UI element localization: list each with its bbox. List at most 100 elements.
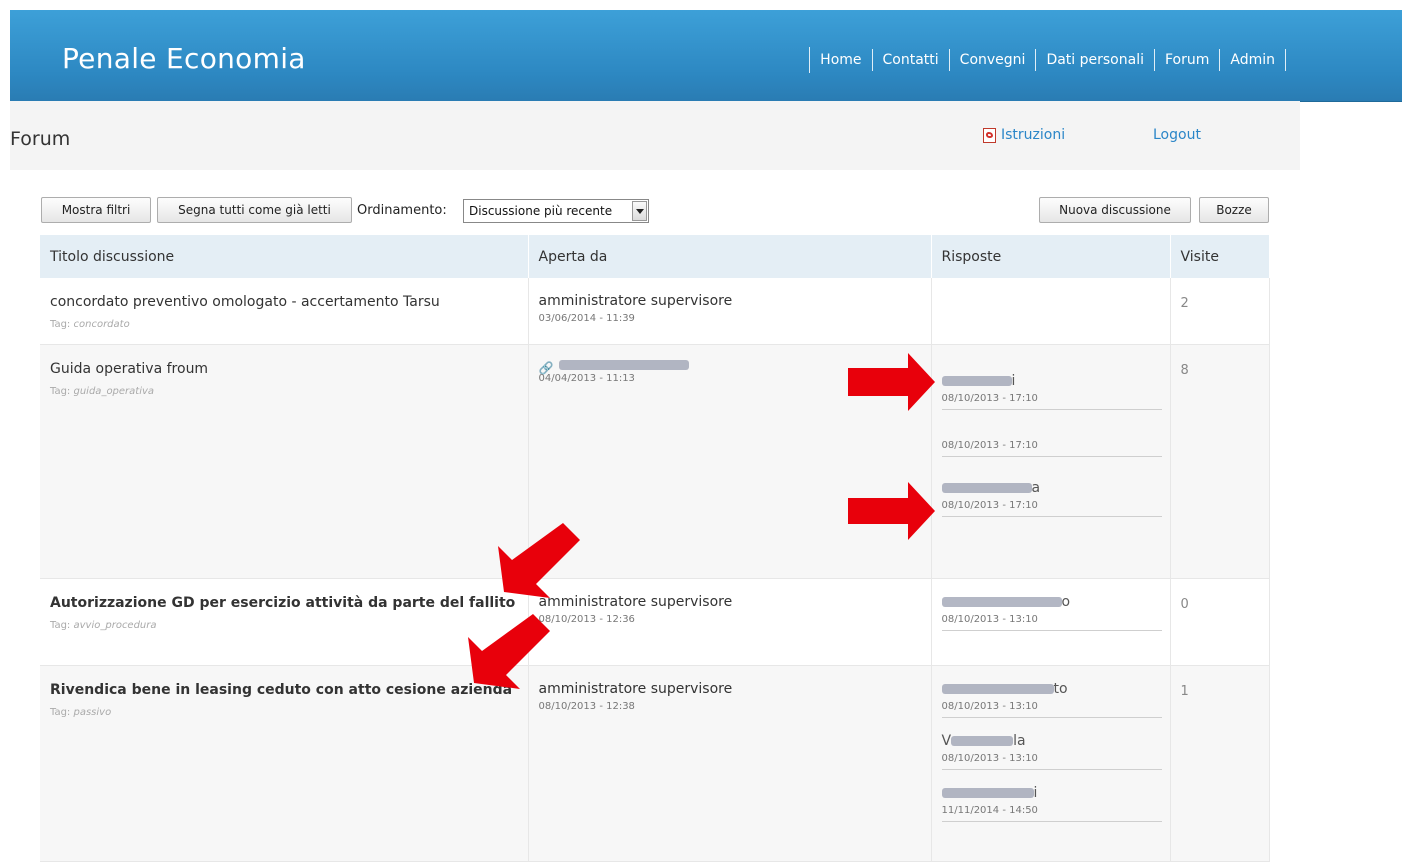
visits-cell: 2 [1170,278,1270,345]
replies-cell [931,278,1171,345]
istruzioni-label: Istruzioni [1001,127,1066,143]
opened-date: 08/10/2013 - 12:38 [538,700,635,712]
discussion-tag: Tag: passivo [50,707,518,718]
title-cell: Rivendica bene in leasing ceduto con att… [40,665,529,862]
reply-author-text: a [1031,479,1041,496]
blurred-name [941,596,1062,607]
show-filters-button[interactable]: Mostra filtri [41,197,151,223]
nav-admin[interactable]: Admin [1220,49,1286,71]
tag-label: Tag: [50,706,71,718]
reply-date: 08/10/2013 - 17:10 [941,499,1038,511]
replies-cell: i 08/10/2013 - 17:10 08/10/2013 - 17:10 … [931,344,1171,579]
reply-entry[interactable]: o 08/10/2013 - 13:10 [941,593,1162,631]
blurred-name [951,735,1014,746]
nav-convegni[interactable]: Convegni [950,49,1037,71]
col-header-author[interactable]: Aperta da [528,235,932,278]
reply-author[interactable]: o [941,593,1162,612]
reply-author-text: i [1011,372,1016,389]
author-name[interactable]: 🔗 [538,359,921,375]
nav-dati-personali[interactable]: Dati personali [1036,49,1155,71]
discussion-tag: Tag: concordato [50,319,518,330]
tag-value[interactable]: passivo [74,707,112,718]
reply-entry[interactable]: to 08/10/2013 - 13:10 [941,680,1162,718]
col-header-title[interactable]: Titolo discussione [40,235,529,278]
visits-cell: 8 [1170,344,1270,579]
reply-date: 08/10/2013 - 13:10 [941,752,1038,764]
discussion-tag: Tag: guida_operativa [50,386,518,397]
table-row[interactable]: Autorizzazione GD per esercizio attività… [40,578,1270,666]
blurred-name [941,482,1032,493]
visits-cell: 0 [1170,578,1270,666]
visits-cell: 1 [1170,665,1270,862]
title-cell: Autorizzazione GD per esercizio attività… [40,578,529,666]
paperclip-icon: 🔗 [538,360,554,375]
table-row[interactable]: concordato preventivo omologato - accert… [40,278,1270,345]
nav-home[interactable]: Home [810,49,873,71]
drafts-button[interactable]: Bozze [1199,197,1269,223]
site-brand[interactable]: Penale Economia [62,42,306,75]
mark-all-read-button[interactable]: Segna tutti come già letti [157,197,352,223]
visits-count: 2 [1180,296,1189,311]
title-cell: Guida operativa froum Tag: guida_operati… [40,344,529,579]
reply-author-text: o [1061,593,1071,610]
opened-date: 03/06/2014 - 11:39 [538,313,635,324]
author-cell: amministratore supervisore 08/10/2013 - … [528,578,932,666]
tag-label: Tag: [50,385,71,397]
reply-author-text: la [1013,732,1026,749]
reply-author[interactable]: to [941,680,1162,699]
ordering-select[interactable]: Discussione più recente [463,199,649,223]
sub-bar: Forum Istruzioni Logout [10,101,1300,170]
istruzioni-link[interactable]: Istruzioni [983,127,1065,143]
discussion-title[interactable]: Guida operativa froum [50,359,518,380]
discussion-table: Titolo discussione Aperta da Risposte Vi… [40,235,1270,862]
blurred-author [558,359,689,370]
top-header: Penale Economia Home Contatti Convegni D… [10,10,1402,102]
author-name[interactable]: amministratore supervisore [539,680,921,699]
reply-entry[interactable]: i 11/11/2014 - 14:50 [941,784,1162,822]
main-nav: Home Contatti Convegni Dati personali Fo… [809,47,1286,73]
title-cell: concordato preventivo omologato - accert… [40,278,529,345]
reply-author[interactable]: Vla [942,732,1162,751]
tag-value[interactable]: avvio_procedura [74,620,157,631]
ordering-value: Discussione più recente [469,204,613,218]
reply-author-text: to [1053,680,1068,697]
reply-author[interactable]: i [941,372,1162,391]
reply-date: 08/10/2013 - 17:10 [941,439,1038,451]
nav-forum[interactable]: Forum [1155,49,1221,71]
reply-entry[interactable]: i 08/10/2013 - 17:10 [941,372,1162,410]
visits-count: 8 [1180,362,1189,378]
tag-value[interactable]: guida_operativa [74,386,155,397]
tag-label: Tag: [50,319,71,330]
author-cell: amministratore supervisore 08/10/2013 - … [528,665,932,862]
discussion-title[interactable]: Rivendica bene in leasing ceduto con att… [50,680,518,701]
visits-count: 1 [1180,683,1189,699]
author-cell: amministratore supervisore 03/06/2014 - … [528,278,932,345]
col-header-visits[interactable]: Visite [1170,235,1270,278]
opened-date: 08/10/2013 - 12:36 [538,613,635,625]
blurred-name [941,683,1054,694]
table-row[interactable]: Guida operativa froum Tag: guida_operati… [40,344,1270,579]
tag-value[interactable]: concordato [74,319,130,330]
blurred-name [941,375,1012,386]
col-header-replies[interactable]: Risposte [931,235,1171,278]
new-discussion-button[interactable]: Nuova discussione [1039,197,1191,223]
reply-author[interactable]: i [941,784,1162,803]
visits-count: 0 [1180,596,1189,612]
tag-label: Tag: [50,619,71,631]
author-name[interactable]: amministratore supervisore [539,593,921,612]
logout-link[interactable]: Logout [1153,127,1201,143]
reply-entry[interactable]: a 08/10/2013 - 17:10 [941,479,1162,517]
table-header-row: Titolo discussione Aperta da Risposte Vi… [40,235,1270,278]
author-name[interactable]: amministratore supervisore [539,292,921,311]
pdf-icon [983,127,996,143]
reply-author[interactable]: a [941,479,1162,498]
dropdown-arrow-icon[interactable] [632,201,647,221]
table-row[interactable]: Rivendica bene in leasing ceduto con att… [40,665,1270,862]
reply-entry[interactable]: 08/10/2013 - 17:10 [941,439,1162,457]
discussion-title[interactable]: Autorizzazione GD per esercizio attività… [50,593,518,614]
reply-entry[interactable]: Vla 08/10/2013 - 13:10 [941,732,1162,770]
reply-author-text: i [1033,784,1038,801]
nav-contatti[interactable]: Contatti [873,49,950,71]
author-cell: 🔗 04/04/2013 - 11:13 [528,344,932,579]
discussion-title[interactable]: concordato preventivo omologato - accert… [50,292,518,313]
